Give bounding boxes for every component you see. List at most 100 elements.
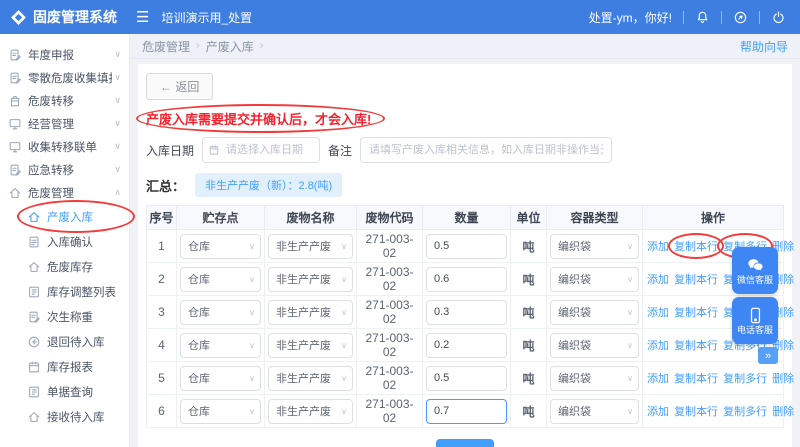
unit-label: 吨 bbox=[510, 262, 547, 296]
waste-name-select[interactable]: 非生产产废 ∨ bbox=[268, 398, 353, 424]
quantity-input[interactable] bbox=[426, 266, 507, 292]
submenu-item-waste-inbound[interactable]: 产废入库 bbox=[0, 200, 135, 233]
date-input-wrap bbox=[202, 137, 321, 163]
header-right: 处置-ym，你好! bbox=[589, 9, 800, 26]
sidebar-item-emergency-transfer[interactable]: 应急转移 ∨ bbox=[0, 158, 129, 181]
op-copy-row-link[interactable]: 复制本行 bbox=[674, 274, 718, 286]
container-select[interactable]: 编织袋 ∨ bbox=[550, 332, 639, 358]
sidebar-item-annual-report[interactable]: 年度申报 ∨ bbox=[0, 43, 129, 66]
header-tab[interactable]: 培训演示用_处置 bbox=[161, 9, 252, 26]
op-delete-link[interactable]: 删除 bbox=[772, 373, 794, 385]
submenu-item-document-query[interactable]: 单据查询 bbox=[0, 379, 129, 404]
submenu-item-hw-inventory[interactable]: 危废库存 bbox=[0, 254, 129, 279]
collapse-arrow-button[interactable]: » bbox=[758, 347, 778, 364]
op-add-link[interactable]: 添加 bbox=[647, 340, 669, 352]
chevron-down-icon: ∨ bbox=[627, 274, 633, 284]
storage-select[interactable]: 仓库 ∨ bbox=[180, 266, 261, 292]
breadcrumb-item[interactable]: 产废入库 bbox=[206, 38, 254, 55]
breadcrumb-item[interactable]: 危废管理 bbox=[142, 38, 190, 55]
chevron-down-icon: ∨ bbox=[249, 307, 255, 317]
waste-name-select[interactable]: 非生产产废 ∨ bbox=[268, 332, 353, 358]
chevron-down-icon: ∨ bbox=[341, 406, 347, 416]
wechat-icon bbox=[746, 256, 765, 275]
op-add-link[interactable]: 添加 bbox=[647, 307, 669, 319]
submenu-item-inventory-report[interactable]: 库存报表 bbox=[0, 354, 129, 379]
sidebar-item-operation-management[interactable]: 经营管理 ∨ bbox=[0, 112, 129, 135]
submenu-item-receive-pending-inbound[interactable]: 接收待入库 bbox=[0, 404, 129, 429]
wechat-service-button[interactable]: 微信客服 bbox=[732, 247, 778, 294]
storage-select[interactable]: 仓库 ∨ bbox=[180, 299, 261, 325]
table-row: 3仓库∨非生产产废∨271-003-02吨编织袋∨添加 复制本行 复制多行 删除 bbox=[146, 295, 794, 329]
quantity-input[interactable] bbox=[426, 365, 507, 391]
op-add-link[interactable]: 添加 bbox=[647, 274, 669, 286]
chevron-down-icon: ∨ bbox=[249, 373, 255, 383]
waste-name-select[interactable]: 非生产产废 ∨ bbox=[268, 233, 353, 259]
op-delete-link[interactable]: 删除 bbox=[772, 406, 794, 418]
sidebar-item-scattered-hw-collection[interactable]: 零散危废收集填报 ∨ bbox=[0, 66, 129, 89]
chevron-down-icon: ∨ bbox=[627, 307, 633, 317]
sidebar-item-hw-transfer[interactable]: 危废转移 ∨ bbox=[0, 89, 129, 112]
op-copy-row-link[interactable]: 复制本行 bbox=[674, 406, 718, 418]
bell-icon[interactable] bbox=[695, 10, 710, 25]
storage-select[interactable]: 仓库 ∨ bbox=[180, 365, 261, 391]
container-select[interactable]: 编织袋 ∨ bbox=[550, 299, 639, 325]
waste-name-select[interactable]: 非生产产废 ∨ bbox=[268, 266, 353, 292]
breadcrumb-separator: › bbox=[259, 40, 264, 52]
user-greeting: 处置-ym，你好! bbox=[588, 10, 672, 25]
inbound-form: 入库日期 备注 bbox=[146, 137, 784, 163]
storage-select[interactable]: 仓库 ∨ bbox=[180, 332, 261, 358]
op-copy-row-link[interactable]: 复制本行 bbox=[674, 241, 718, 253]
storage-select[interactable]: 仓库 ∨ bbox=[180, 233, 261, 259]
help-link[interactable]: 帮助向导 bbox=[740, 38, 788, 55]
quantity-input[interactable] bbox=[426, 299, 507, 325]
app-header: 固废管理系统 ☰ 培训演示用_处置 处置-ym，你好! bbox=[0, 0, 800, 34]
quantity-input[interactable] bbox=[426, 233, 507, 259]
op-add-link[interactable]: 添加 bbox=[647, 406, 669, 418]
waste-code: 271-003-02 bbox=[356, 328, 423, 362]
waste-name-select[interactable]: 非生产产废 ∨ bbox=[268, 365, 353, 391]
container-select[interactable]: 编织袋 ∨ bbox=[550, 398, 639, 424]
submenu-item-inbound-confirm[interactable]: 入库确认 bbox=[0, 229, 129, 254]
chevron-down-icon: ∨ bbox=[341, 340, 347, 350]
column-header: 单位 bbox=[510, 205, 547, 230]
chevron-down-icon: ∨ bbox=[114, 141, 121, 151]
waste-name-select[interactable]: 非生产产废 ∨ bbox=[268, 299, 353, 325]
op-add-link[interactable]: 添加 bbox=[647, 373, 669, 385]
container-select[interactable]: 编织袋 ∨ bbox=[550, 266, 639, 292]
back-button[interactable]: ← 返回 bbox=[146, 73, 214, 100]
column-header: 废物代码 bbox=[356, 205, 423, 230]
container-select[interactable]: 编织袋 ∨ bbox=[550, 233, 639, 259]
chevron-down-icon: ∨ bbox=[114, 164, 121, 174]
container-select[interactable]: 编织袋 ∨ bbox=[550, 365, 639, 391]
sidebar-item-collection-transfer-manifest[interactable]: 收集转移联单 ∨ bbox=[0, 135, 129, 158]
save-row: 保存 bbox=[146, 439, 784, 447]
op-add-link[interactable]: 添加 bbox=[647, 241, 669, 253]
power-icon[interactable] bbox=[771, 10, 786, 25]
column-header: 序号 bbox=[146, 205, 177, 230]
doc-edit-icon bbox=[8, 48, 22, 62]
chevron-down-icon: ∨ bbox=[249, 406, 255, 416]
submenu-item-secondary-weighing[interactable]: 次生称重 bbox=[0, 304, 129, 329]
op-copy-multi-link[interactable]: 复制多行 bbox=[723, 406, 767, 418]
list-icon bbox=[27, 385, 41, 399]
op-copy-multi-link[interactable]: 复制多行 bbox=[723, 373, 767, 385]
hamburger-icon[interactable]: ☰ bbox=[136, 8, 149, 26]
quantity-input[interactable] bbox=[426, 398, 507, 424]
op-copy-row-link[interactable]: 复制本行 bbox=[674, 340, 718, 352]
unit-label: 吨 bbox=[510, 361, 547, 395]
storage-select[interactable]: 仓库 ∨ bbox=[180, 398, 261, 424]
phone-service-button[interactable]: 电话客服 bbox=[732, 297, 778, 344]
submenu-item-return-pending-inbound[interactable]: 退回待入库 bbox=[0, 329, 129, 354]
save-button[interactable]: 保存 bbox=[435, 439, 494, 447]
guide-icon[interactable] bbox=[733, 10, 748, 25]
remark-input[interactable] bbox=[360, 137, 613, 163]
quantity-input[interactable] bbox=[426, 332, 507, 358]
column-header: 贮存点 bbox=[176, 205, 265, 230]
row-index: 6 bbox=[146, 394, 177, 428]
submenu-item-inventory-adjust-list[interactable]: 库存调整列表 bbox=[0, 279, 129, 304]
op-copy-row-link[interactable]: 复制本行 bbox=[674, 373, 718, 385]
sidebar-item-hw-management[interactable]: 危废管理 ∧ bbox=[0, 181, 129, 204]
op-copy-row-link[interactable]: 复制本行 bbox=[674, 307, 718, 319]
chevron-up-icon: ∧ bbox=[114, 187, 121, 197]
breadcrumb: 危废管理 › 产废入库 › bbox=[142, 38, 263, 55]
